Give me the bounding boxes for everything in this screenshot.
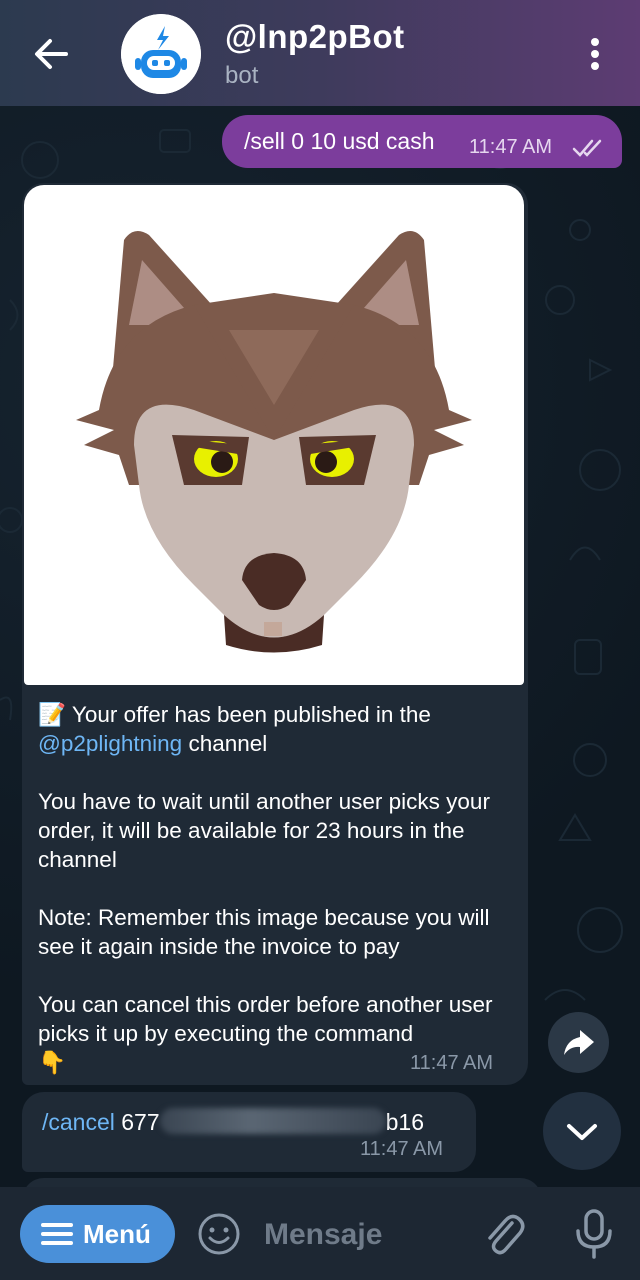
hamburger-icon <box>41 1223 73 1245</box>
chat-subtitle: bot <box>225 62 259 89</box>
chevron-down-icon <box>567 1124 597 1140</box>
offer-line-1-text: Your offer has been published in the <box>71 702 431 727</box>
cancel-command-line: /cancel 677 b16 <box>42 1108 424 1136</box>
cancel-command-link[interactable]: /cancel <box>42 1109 115 1135</box>
outgoing-message-text: /sell 0 10 usd cash <box>244 128 435 154</box>
menu-label: Menú <box>83 1219 151 1249</box>
offer-message-time: 11:47 AM <box>410 1052 494 1074</box>
bot-menu-button[interactable]: Menú <box>20 1205 175 1263</box>
channel-link[interactable]: @p2plightning <box>38 731 182 756</box>
share-button[interactable] <box>548 1012 609 1073</box>
redacted-order-id <box>159 1108 386 1134</box>
pointing-down-emoji: 👇 <box>38 1050 67 1075</box>
paperclip-icon[interactable] <box>482 1209 526 1259</box>
outgoing-message-time: 11:47 AM <box>469 136 553 158</box>
offer-cancel-text: You can cancel this order before another… <box>38 992 493 1046</box>
message-composer: Menú <box>0 1187 640 1280</box>
message-input[interactable] <box>262 1211 466 1259</box>
offer-line-1: 📝 Your offer has been published in the @p… <box>38 700 518 758</box>
microphone-icon[interactable] <box>572 1207 616 1261</box>
offer-wait-text: You have to wait until another user pick… <box>38 789 490 872</box>
order-id-suffix: b16 <box>385 1109 425 1135</box>
share-arrow-icon <box>564 1030 594 1055</box>
wolf-image[interactable] <box>24 185 524 685</box>
bot-avatar[interactable] <box>121 14 201 94</box>
more-vertical-icon[interactable] <box>580 34 610 74</box>
back-arrow-icon[interactable] <box>30 34 74 74</box>
order-id-prefix: 677 <box>121 1109 160 1135</box>
scroll-down-button[interactable] <box>543 1092 621 1170</box>
memo-emoji: 📝 <box>38 702 67 727</box>
double-check-icon <box>572 139 602 157</box>
chat-title[interactable]: @lnp2pBot <box>225 18 405 56</box>
outgoing-message[interactable]: /sell 0 10 usd cash 11:47 AM <box>222 115 622 168</box>
wolf-illustration <box>76 231 472 653</box>
robot-icon <box>121 14 201 94</box>
smiley-icon[interactable] <box>196 1211 242 1257</box>
offer-note-text: Note: Remember this image because you wi… <box>38 905 490 959</box>
cancel-command-message[interactable]: /cancel 677 b16 11:47 AM <box>22 1092 476 1172</box>
channel-suffix: channel <box>188 731 268 756</box>
cancel-message-time: 11:47 AM <box>360 1138 444 1160</box>
offer-caption: 📝 Your offer has been published in the @p… <box>38 700 518 1077</box>
chat-header: @lnp2pBot bot <box>0 0 640 106</box>
